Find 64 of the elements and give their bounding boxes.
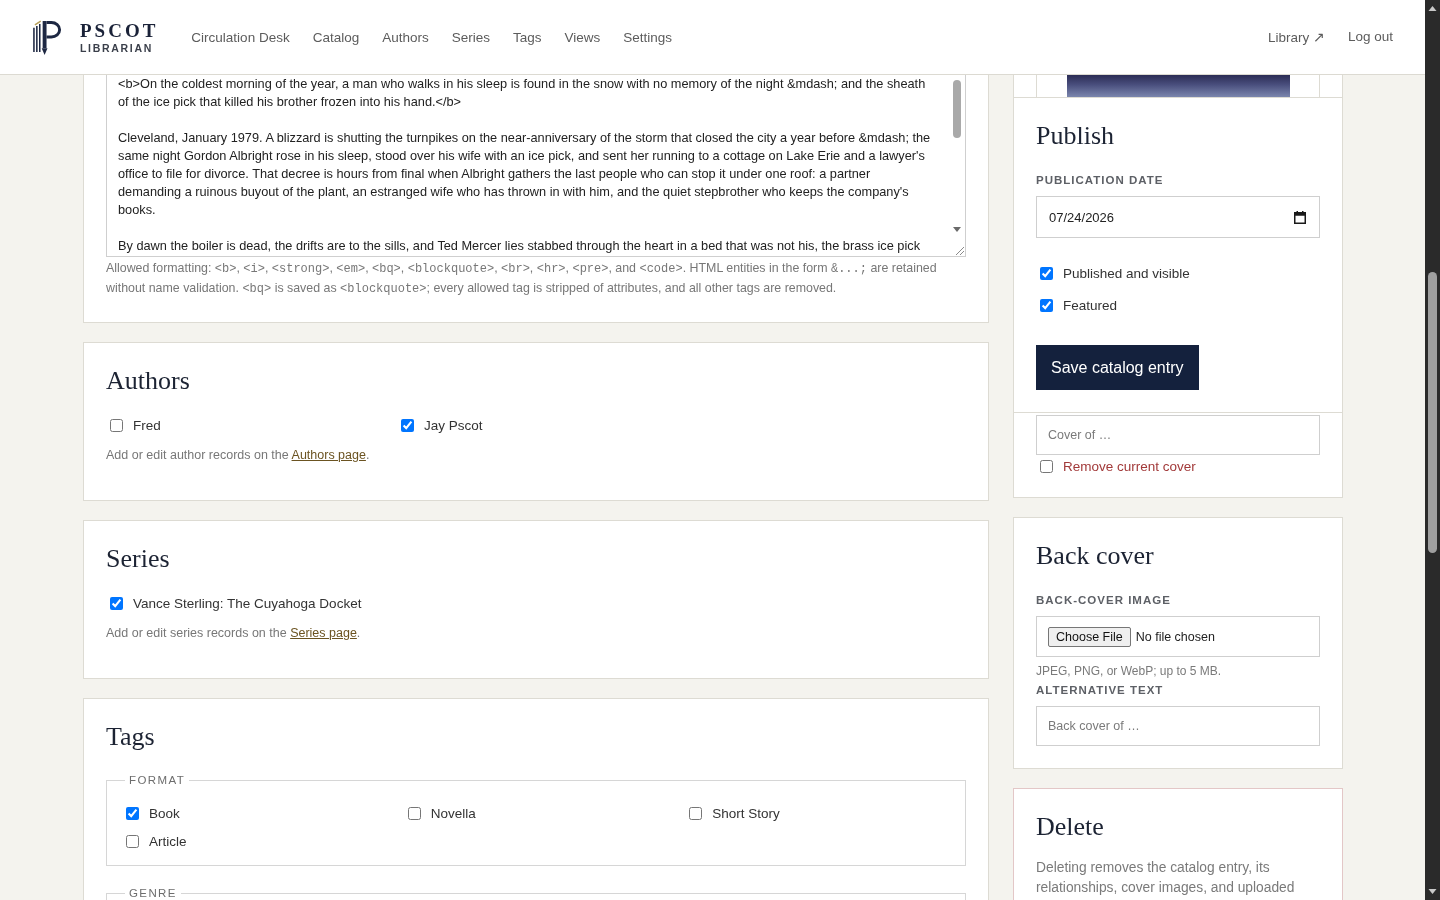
scroll-down-arrow-icon[interactable]	[1428, 889, 1437, 894]
date-field[interactable]: 07/24/2026	[1036, 196, 1320, 238]
nav-link[interactable]: Series	[451, 29, 490, 45]
save-button[interactable]: Save catalog entry	[1036, 345, 1199, 390]
hint-text: JPEG, PNG, or WebP; up to 5 MB.	[1036, 663, 1223, 680]
file-field[interactable]: Choose File No file chosen	[1036, 616, 1320, 657]
authors-page-link[interactable]: Authors page	[291, 448, 366, 462]
nav-link[interactable]: Views	[564, 29, 601, 45]
nav-link[interactable]: Tags	[513, 29, 542, 45]
scroll-up-arrow-icon[interactable]	[1428, 6, 1437, 11]
scrollbar-thumb[interactable]	[1428, 272, 1437, 553]
checkbox[interactable]	[126, 806, 139, 820]
series-page-link[interactable]: Series page	[290, 626, 357, 640]
alt-text-field[interactable]: Back cover of …	[1036, 706, 1320, 746]
resize-grip-icon[interactable]	[955, 246, 964, 255]
alt-text-field[interactable]: Cover of …	[1036, 415, 1320, 455]
checkbox[interactable]	[689, 806, 703, 820]
checkbox[interactable]	[110, 596, 123, 610]
field-label: PUBLICATION DATE	[1036, 173, 1165, 188]
card-title: Back cover	[1036, 540, 1155, 572]
checkbox-label: Fred	[133, 417, 161, 433]
scroll-down-arrow-icon[interactable]	[953, 227, 961, 232]
hint-text: Add or edit series records on the Series page.	[106, 625, 362, 642]
checkbox-label: Short Story	[712, 805, 780, 821]
group-legend: GENRE	[125, 886, 181, 900]
file-status-text: No file chosen	[1135, 629, 1215, 644]
group-legend: FORMAT	[125, 773, 190, 787]
nav-link[interactable]: Authors	[382, 29, 429, 45]
delete-description: Deleting removes the catalog entry, its relationships, cover images, and uploaded	[1036, 859, 1296, 897]
hint-text: Add or edit author records on the Authors page.	[106, 447, 371, 464]
nav-link[interactable]: Settings	[623, 29, 673, 45]
calendar-icon[interactable]	[1294, 210, 1306, 224]
checkbox[interactable]	[407, 806, 421, 820]
header-link[interactable]: Log out	[1347, 29, 1393, 45]
brand-subtitle: LIBRARIAN	[80, 42, 155, 54]
choose-file-button[interactable]: Choose File	[1048, 626, 1131, 647]
checkbox-label: Vance Sterling: The Cuyahoga Docket	[133, 595, 362, 611]
checkbox-label: Novella	[430, 805, 476, 821]
card-title: Tags	[106, 721, 156, 753]
checkbox[interactable]	[1040, 266, 1053, 280]
checkbox-label: Published and visible	[1063, 265, 1190, 281]
checkbox-label: Remove current cover	[1063, 458, 1196, 474]
nav-link[interactable]: Circulation Desk	[191, 29, 290, 45]
header-link[interactable]: Library ↗	[1267, 29, 1325, 45]
field-label: ALTERNATIVE TEXT	[1036, 683, 1165, 698]
card-title: Series	[106, 543, 171, 575]
scrollbar-thumb[interactable]	[953, 80, 961, 138]
logo-icon[interactable]	[32, 18, 63, 56]
brand-name: PSCOT	[80, 20, 159, 40]
card-title: Delete	[1036, 811, 1105, 843]
field-label: BACK-COVER IMAGE	[1036, 593, 1172, 608]
checkbox[interactable]	[401, 418, 414, 432]
checkbox-label: Jay Pscot	[424, 417, 483, 433]
checkbox[interactable]	[1040, 298, 1053, 312]
card-title: Authors	[106, 365, 191, 397]
nav-link[interactable]: Catalog	[312, 29, 360, 45]
checkbox-label: Book	[149, 805, 180, 821]
checkbox[interactable]	[126, 834, 139, 848]
formatting-help-text: Allowed formatting: <b>, <i>, <strong>, <em>, <bq>, <blockquote>, <br>, <hr>, <pre>, and <code>. HTML entities in the form &...; are retained without name validation. <bq> is saved as <blockquote>; every allowed tag is stripped of attributes, and all other tags are removed.	[106, 260, 938, 298]
checkbox-label: Featured	[1063, 297, 1118, 313]
card-title: Publish	[1036, 120, 1116, 152]
checkbox-label: Article	[149, 833, 187, 849]
checkbox[interactable]	[1040, 459, 1053, 473]
checkbox[interactable]	[110, 418, 123, 432]
